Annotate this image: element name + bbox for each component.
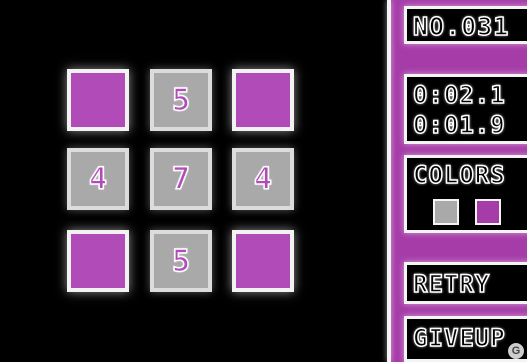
tile-r2-c2[interactable] — [232, 230, 294, 292]
color-swatch-purple — [475, 199, 501, 225]
tile-r2-c0[interactable] — [67, 230, 129, 292]
puzzle-number-box: NO.031 — [404, 6, 527, 44]
tile-number: 4 — [253, 161, 273, 198]
tile-r1-c0[interactable]: 4 — [67, 148, 129, 210]
tile-r0-c1[interactable]: 5 — [150, 69, 212, 131]
puzzle-number: NO.031 — [412, 11, 510, 42]
color-swatch-gray — [433, 199, 459, 225]
tile-r1-c1[interactable]: 7 — [150, 148, 212, 210]
best-time: 0:01.9 — [412, 110, 506, 140]
tile-r0-c2[interactable] — [232, 69, 294, 131]
panel-divider — [387, 0, 391, 362]
tile-number: 5 — [171, 82, 191, 119]
giveup-label: GIVEUP — [412, 323, 506, 353]
timer-box: 0:02.1 0:01.9 — [404, 74, 527, 144]
game-board: 5 4 7 4 5 — [0, 0, 387, 362]
watermark-logo: G — [508, 343, 524, 359]
tile-r0-c0[interactable] — [67, 69, 129, 131]
tile-r1-c2[interactable]: 4 — [232, 148, 294, 210]
colors-box: COLORS — [404, 155, 527, 233]
colors-label: COLORS — [412, 160, 506, 190]
tile-number: 5 — [171, 243, 191, 280]
retry-button[interactable]: RETRY — [404, 262, 527, 304]
current-time: 0:02.1 — [412, 80, 506, 110]
retry-label: RETRY — [412, 269, 491, 299]
tile-r2-c1[interactable]: 5 — [150, 230, 212, 292]
tile-number: 7 — [171, 161, 191, 198]
tile-number: 4 — [88, 161, 108, 198]
